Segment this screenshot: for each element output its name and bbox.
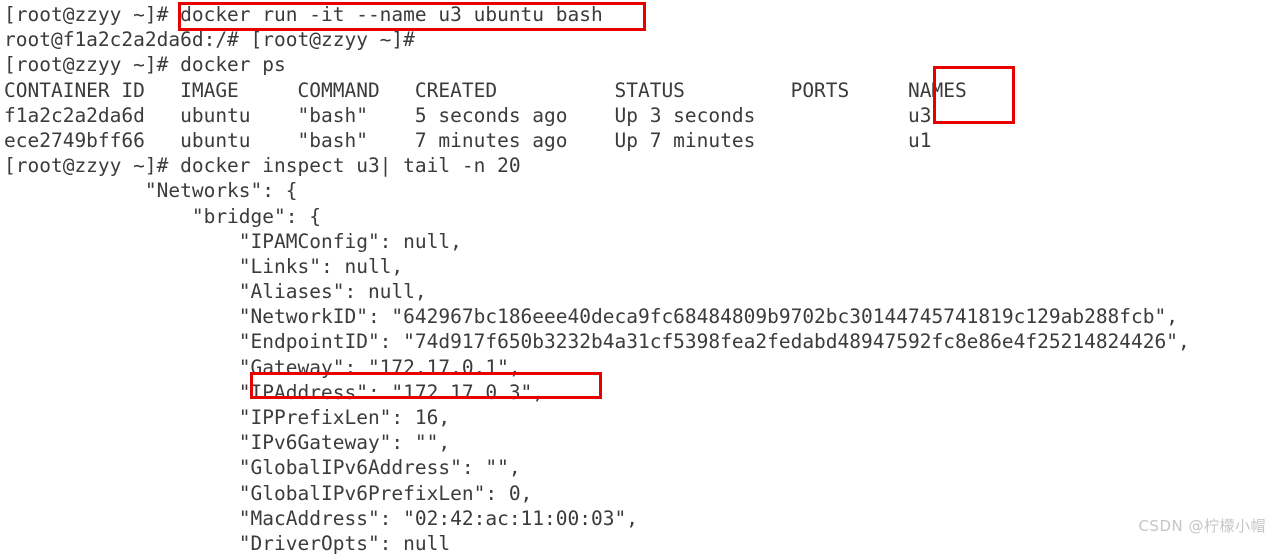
inspect-line-links: "Links": null, [4,254,404,278]
terminal-line-container-prompt: root@f1a2c2a2da6d:/# [root@zzyy ~]# [4,28,415,52]
terminal-output[interactable]: [root@zzyy ~]# docker run -it --name u3 … [0,0,1280,555]
inspect-line-ipprefixlen: "IPPrefixLen": 16, [4,406,451,429]
terminal-line-docker-inspect: [root@zzyy ~]# docker inspect u3| tail -… [4,154,521,178]
inspect-line-networks: "Networks": { [4,179,298,203]
inspect-line-gateway: "Gateway": "172.17.0.1", [4,355,521,379]
terminal-line-docker-ps: [root@zzyy ~]# docker ps [4,53,286,77]
inspect-line-networkid: "NetworkID": "642967bc186eee40deca9fc684… [4,305,1178,329]
inspect-line-endpointid: "EndpointID": "74d917f650b3232b4a31cf539… [4,330,1190,354]
inspect-line-bridge: "bridge": { [4,204,321,228]
docker-ps-table-row: ece2749bff66 ubuntu "bash" 7 minutes ago… [4,128,932,152]
docker-ps-header-row: CONTAINER ID IMAGE COMMAND CREATED STATU… [4,78,967,102]
inspect-line-ipamconfig: "IPAMConfig": null, [4,229,462,253]
docker-ps-table-row: f1a2c2a2da6d ubuntu "bash" 5 seconds ago… [4,103,932,127]
inspect-line-globalipv6address: "GlobalIPv6Address": "", [4,456,521,480]
inspect-line-ipaddress: "IPAddress": "172.17.0.3", [4,380,545,404]
inspect-line-aliases: "Aliases": null, [4,280,427,304]
terminal-line-docker-run: [root@zzyy ~]# docker run -it --name u3 … [4,3,603,26]
inspect-line-globalipv6prefixlen: "GlobalIPv6PrefixLen": 0, [4,481,533,505]
csdn-watermark: CSDN @柠檬小帽 [1138,517,1266,535]
inspect-line-driveropts: "DriverOpts": null [4,531,451,555]
inspect-line-macaddress: "MacAddress": "02:42:ac:11:00:03", [4,506,638,530]
inspect-line-ipv6gateway: "IPv6Gateway": "", [4,431,451,455]
